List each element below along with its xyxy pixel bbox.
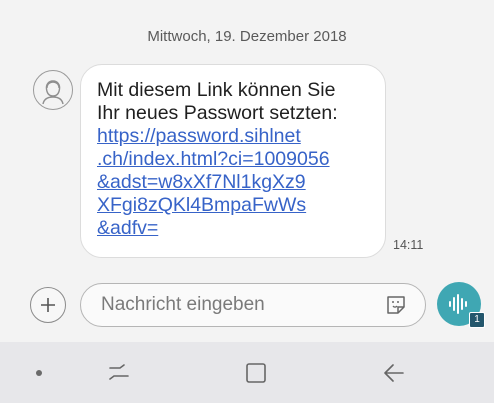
message-link-line[interactable]: XFgi8zQKl4BmpaFwWs — [97, 194, 371, 217]
back-icon — [384, 364, 404, 382]
recent-apps-button[interactable] — [104, 360, 134, 386]
nav-dot-button[interactable] — [24, 360, 54, 386]
sim-badge: 1 — [469, 312, 485, 328]
add-attachment-button[interactable] — [30, 287, 66, 323]
message-link-line[interactable]: .ch/index.html?ci=1009056 — [97, 148, 371, 171]
message-input-placeholder: Nachricht eingeben — [101, 294, 265, 315]
home-icon — [246, 363, 266, 383]
sticker-icon — [387, 296, 405, 314]
message-text-line: Mit diesem Link können Sie — [97, 79, 336, 101]
message-input[interactable]: Nachricht eingeben — [80, 283, 426, 327]
message-text-line: Ihr neues Passwort setzten: — [97, 102, 338, 124]
date-header: Mittwoch, 19. Dezember 2018 — [147, 28, 347, 45]
message-link-line[interactable]: &adst=w8xXf7Nl1kgXz9 — [97, 171, 371, 194]
home-button[interactable] — [241, 360, 271, 386]
message-link-line[interactable]: &adfv= — [97, 217, 371, 240]
sticker-button[interactable] — [383, 292, 409, 318]
person-avatar-icon — [42, 80, 64, 105]
message-timestamp: 14:11 — [393, 238, 424, 252]
message-bubble[interactable]: Mit diesem Link können Sie Ihr neues Pas… — [80, 64, 386, 258]
back-button[interactable] — [379, 360, 409, 386]
plus-icon — [41, 298, 55, 312]
send-button[interactable]: 1 — [437, 282, 485, 328]
navigation-bar — [0, 342, 494, 403]
voice-wave-icon — [449, 294, 467, 314]
message-link-line[interactable]: https://password.sihlnet — [97, 125, 371, 148]
contact-avatar[interactable] — [33, 70, 73, 110]
dot-icon — [36, 370, 42, 376]
composer-bar: Nachricht eingeben 1 — [0, 282, 494, 330]
recent-apps-icon — [109, 364, 129, 380]
